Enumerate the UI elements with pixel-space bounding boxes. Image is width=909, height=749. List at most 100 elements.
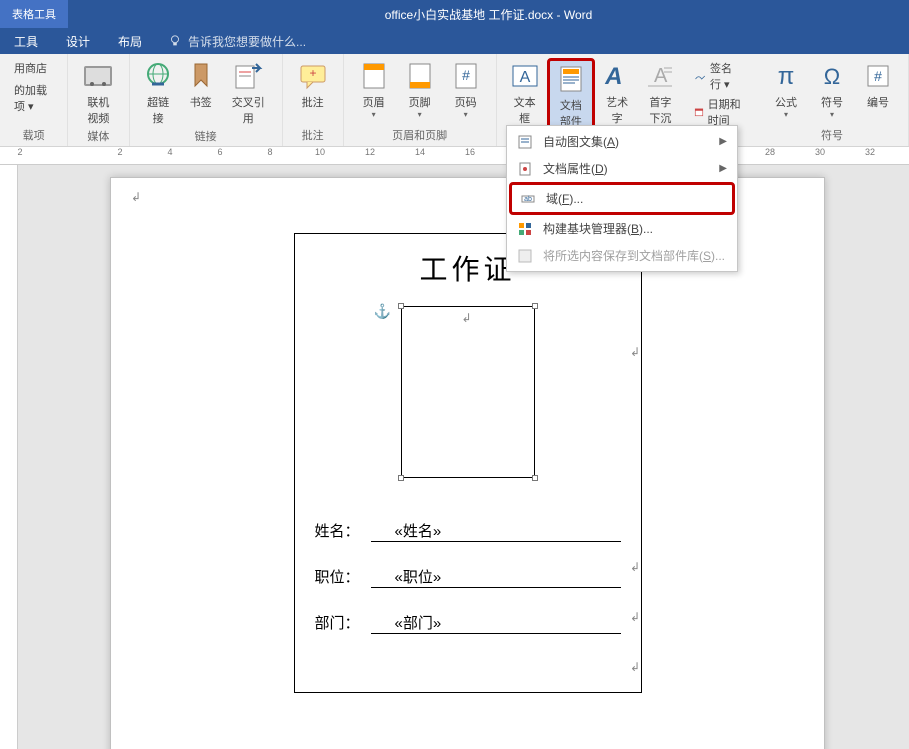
paragraph-mark: ↲	[630, 660, 640, 674]
video-icon	[82, 60, 114, 92]
field-name: 姓名： «姓名»	[315, 520, 621, 542]
footer-button[interactable]: 页脚 ▾	[398, 58, 442, 121]
header-button[interactable]: 页眉 ▾	[352, 58, 396, 121]
svg-text:A: A	[603, 63, 625, 90]
date-time-icon	[694, 104, 704, 120]
dept-label: 部门：	[315, 612, 371, 633]
ruler-mark: 2	[110, 147, 130, 157]
symbol-icon: Ω	[816, 60, 848, 92]
comments-group-label: 批注	[302, 127, 324, 146]
ruler-mark: 8	[260, 147, 280, 157]
addins-group: 用商店 的加载项 ▾ 载项	[0, 54, 68, 146]
store-button[interactable]: 用商店	[8, 58, 59, 78]
comment-button[interactable]: + 批注	[291, 58, 335, 112]
bookmark-icon	[185, 60, 217, 92]
equation-icon: π	[770, 60, 802, 92]
number-button[interactable]: # 编号	[856, 58, 900, 112]
name-value[interactable]: «姓名»	[371, 520, 621, 542]
text-box-icon: A	[509, 60, 541, 92]
document-workspace: ↲ ↲ 工作证 ⚓ ↲ 姓名： «姓名»	[0, 165, 909, 749]
ribbon-tabs: 工具 设计 布局 告诉我您想要做什么...	[0, 28, 909, 54]
field-position: 职位： «职位»	[315, 566, 621, 588]
equation-button[interactable]: π 公式 ▾	[764, 58, 808, 121]
dropdown-arrow-icon: ▾	[830, 110, 834, 119]
header-footer-group-label: 页眉和页脚	[392, 127, 447, 146]
resize-handle[interactable]	[532, 475, 538, 481]
ruler-mark: 16	[460, 147, 480, 157]
signature-icon	[694, 68, 706, 84]
menu-auto-text[interactable]: 自动图文集(A) ▶	[509, 128, 735, 155]
document-title: office小白实战基地 工作证.docx - Word	[68, 6, 909, 23]
word-art-icon: A	[601, 60, 633, 92]
photo-placeholder[interactable]: ⚓ ↲	[401, 306, 535, 478]
links-group-label: 链接	[195, 128, 217, 147]
ruler-mark: 32	[860, 147, 880, 157]
comments-group: + 批注 批注	[283, 54, 344, 146]
svg-text:+: +	[309, 66, 316, 80]
dropdown-arrow-icon: ▾	[372, 110, 376, 119]
paragraph-mark: ↲	[630, 345, 640, 359]
symbol-group-label: 符号	[821, 127, 843, 146]
menu-save-selection: 将所选内容保存到文档部件库(S)...	[509, 242, 735, 269]
tell-me-search[interactable]: 告诉我您想要做什么...	[168, 33, 306, 50]
submenu-arrow-icon: ▶	[719, 136, 727, 147]
vertical-ruler[interactable]	[0, 165, 18, 749]
my-addins-button[interactable]: 的加载项 ▾	[8, 80, 59, 116]
page-number-button[interactable]: # 页码 ▾	[444, 58, 488, 121]
menu-field[interactable]: ab 域(F)...	[509, 182, 735, 215]
field-icon: ab	[520, 191, 536, 207]
links-group: 超链接 书签 交叉引用 链接	[130, 54, 283, 146]
bookmark-button[interactable]: 书签	[181, 58, 221, 112]
quick-parts-dropdown: 自动图文集(A) ▶ 文档属性(D) ▶ ab 域(F)... 构建基块管理器(…	[506, 125, 738, 272]
svg-text:Ω: Ω	[824, 64, 840, 89]
number-icon: #	[862, 60, 894, 92]
svg-text:#: #	[874, 68, 882, 84]
dept-value[interactable]: «部门»	[371, 612, 621, 634]
ruler-mark: 4	[160, 147, 180, 157]
svg-text:ab: ab	[524, 196, 532, 203]
paragraph-mark: ↲	[462, 311, 472, 325]
anchor-icon: ⚓	[374, 303, 391, 320]
ruler-mark: 14	[410, 147, 430, 157]
resize-handle[interactable]	[532, 303, 538, 309]
menu-doc-property[interactable]: 文档属性(D) ▶	[509, 155, 735, 182]
symbol-button[interactable]: Ω 符号 ▾	[810, 58, 854, 121]
horizontal-ruler[interactable]: // ruler marks rendered below 2246810121…	[0, 147, 909, 165]
paragraph-mark: ↲	[630, 610, 640, 624]
header-footer-group: 页眉 ▾ 页脚 ▾ # 页码 ▾ 页眉和页脚	[344, 54, 497, 146]
menu-building-blocks[interactable]: 构建基块管理器(B)...	[509, 215, 735, 242]
addins-group-label: 载项	[23, 127, 45, 146]
ruler-mark: 10	[310, 147, 330, 157]
tab-design[interactable]: 设计	[52, 28, 104, 54]
ruler-mark: 28	[760, 147, 780, 157]
tab-tools[interactable]: 工具	[0, 28, 52, 54]
save-selection-icon	[517, 248, 533, 264]
online-video-button[interactable]: 联机视频	[76, 58, 120, 128]
position-value[interactable]: «职位»	[371, 566, 621, 588]
quick-parts-icon	[555, 63, 587, 95]
cross-reference-button[interactable]: 交叉引用	[223, 58, 274, 128]
footer-icon	[404, 60, 436, 92]
ruler-mark: 12	[360, 147, 380, 157]
resize-handle[interactable]	[398, 475, 404, 481]
work-card-frame: 工作证 ⚓ ↲ 姓名： «姓名» 职位： «职位»	[294, 233, 642, 693]
title-bar: 表格工具 office小白实战基地 工作证.docx - Word	[0, 0, 909, 28]
ruler-mark: 2	[10, 147, 30, 157]
position-label: 职位：	[315, 566, 371, 587]
svg-text:A: A	[519, 69, 530, 86]
hyperlink-button[interactable]: 超链接	[138, 58, 179, 128]
symbol-group: π 公式 ▾ Ω 符号 ▾ # 编号 符号	[756, 54, 909, 146]
resize-handle[interactable]	[398, 303, 404, 309]
doc-property-icon	[517, 161, 533, 177]
field-dept: 部门： «部门»	[315, 612, 621, 634]
tab-layout[interactable]: 布局	[104, 28, 156, 54]
dropdown-arrow-icon: ▾	[464, 110, 468, 119]
auto-text-icon	[517, 134, 533, 150]
paragraph-mark: ↲	[630, 560, 640, 574]
header-icon	[358, 60, 390, 92]
media-group-label: 媒体	[87, 128, 109, 147]
dropdown-arrow-icon: ▾	[418, 110, 422, 119]
hyperlink-icon	[142, 60, 174, 92]
svg-text:#: #	[462, 67, 470, 83]
signature-line-button[interactable]: 签名行 ▾	[688, 58, 748, 94]
